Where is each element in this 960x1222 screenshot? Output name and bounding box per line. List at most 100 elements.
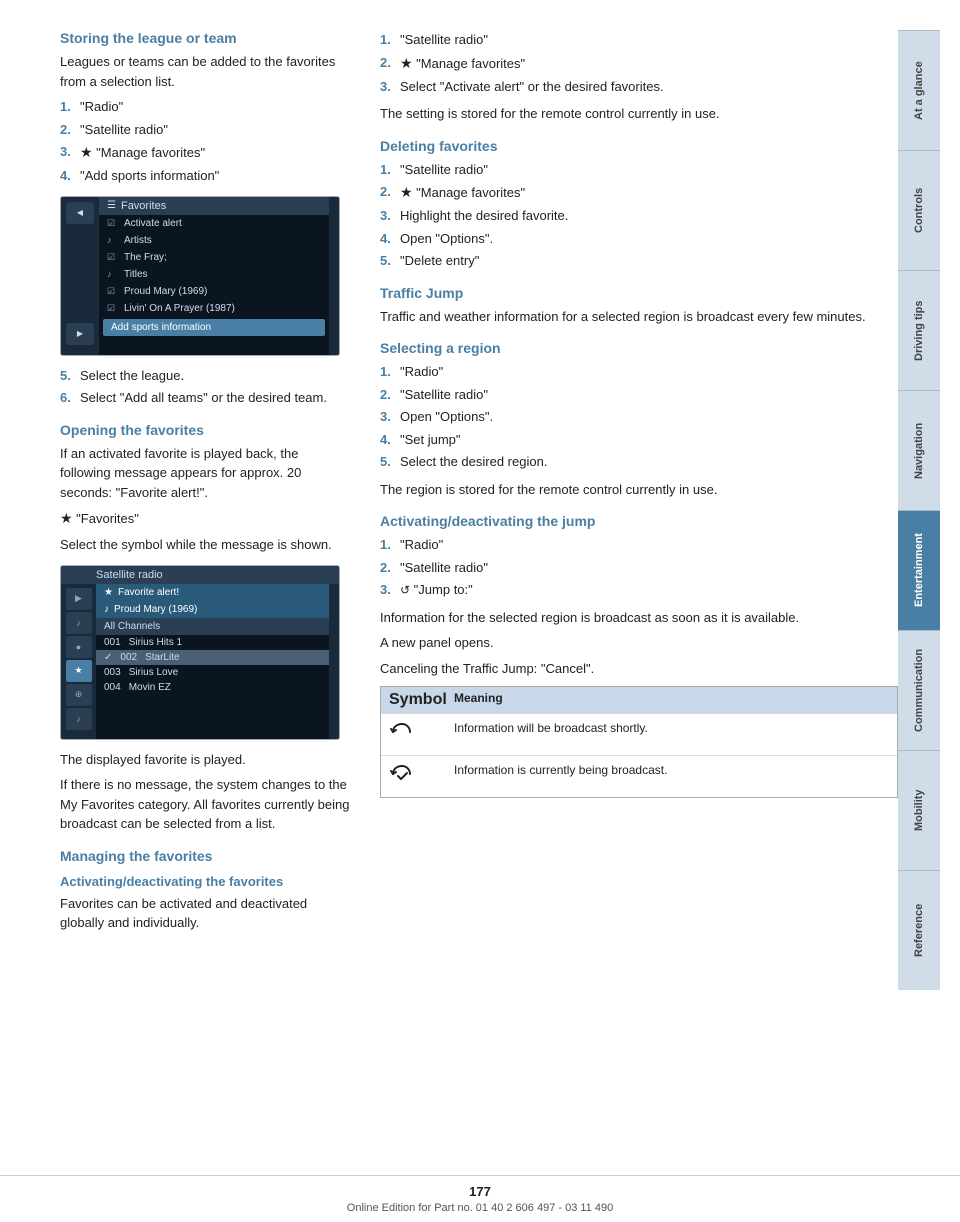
list-item: 4. Open "Options". — [380, 229, 898, 249]
jump-note3: Canceling the Traffic Jump: "Cancel". — [380, 659, 898, 679]
section-heading-traffic: Traffic Jump — [380, 285, 898, 301]
list-item: 5. "Delete entry" — [380, 251, 898, 271]
scr-left-icons: ▶ ♪ ● ★ ⊕ ♪ — [61, 584, 96, 739]
sidebar-tab-at-a-glance[interactable]: At a glance — [898, 30, 940, 150]
sidebar-tab-navigation[interactable]: Navigation — [898, 390, 940, 510]
selecting-steps: 1. "Radio" 2. "Satellite radio" 3. Open … — [380, 362, 898, 472]
section-heading-jump: Activating/deactivating the jump — [380, 513, 898, 529]
star-icon5: ★ — [400, 184, 413, 200]
star-icon4: ★ — [400, 55, 413, 71]
add-sports-button: Add sports information — [103, 319, 325, 336]
list-item: 3. Highlight the desired favorite. — [380, 206, 898, 226]
section-heading-deleting: Deleting favorites — [380, 138, 898, 154]
page-number: 177 — [60, 1184, 900, 1199]
satellite-screenshot: Satellite radio ▶ ♪ ● ★ ⊕ ♪ ★ Favorite a… — [60, 565, 340, 740]
list-item: 3. Open "Options". — [380, 407, 898, 427]
left-icon3: ● — [66, 636, 92, 658]
music-note-icon: ♪ — [104, 604, 109, 615]
favorites-screenshot: ◀ ▶ ☰ Favorites ☑ Activate alert ♪ Artis… — [60, 196, 340, 356]
sidebar-tab-mobility[interactable]: Mobility — [898, 750, 940, 870]
menu-icon: ☰ — [107, 200, 116, 211]
satellite-titlebar: Satellite radio — [61, 566, 339, 584]
list-item: 4. "Add sports information" — [60, 166, 350, 186]
proud-mary: ♪ Proud Mary (1969) — [96, 601, 329, 618]
scr-nav-btn: ◀ — [66, 202, 94, 224]
subsection-heading-activating: Activating/deactivating the favorites — [60, 874, 350, 889]
list-item: 3. ↺ "Jump to:" — [380, 580, 898, 600]
list-item: 6. Select "Add all teams" or the desired… — [60, 388, 350, 408]
scr-menu-item: ♪ Artists — [99, 232, 329, 249]
scr-menu-item: ☑ Livin' On A Prayer (1987) — [99, 300, 329, 317]
opening-body1: If an activated favorite is played back,… — [60, 444, 350, 503]
footer-text: Online Edition for Part no. 01 40 2 606 … — [60, 1202, 900, 1214]
opening-icon-line: ★ "Favorites" — [60, 508, 350, 529]
list-item: 1. "Radio" — [380, 535, 898, 555]
scr-menu-item: ☑ The Fray; — [99, 249, 329, 266]
channel-item-2: ✓002StarLite — [96, 650, 329, 665]
sat-scrollbar — [329, 584, 339, 739]
sidebar-tab-reference[interactable]: Reference — [898, 870, 940, 990]
col-symbol-header: Symbol — [389, 691, 454, 709]
scr-nav-btn-2: ▶ — [66, 323, 94, 345]
managing-body: Favorites can be activated and deactivat… — [60, 894, 350, 933]
sidebar-tab-entertainment[interactable]: Entertainment — [898, 510, 940, 630]
scr-left-nav: ◀ ▶ — [61, 197, 99, 355]
person-icon: ♪ — [107, 235, 119, 245]
scr-titlebar: ☰ Favorites — [99, 197, 329, 215]
table-row-2: Information is currently being broadcast… — [381, 755, 897, 797]
check-icon2: ☑ — [107, 252, 119, 263]
list-item: 1. "Radio" — [60, 97, 350, 117]
scr-menu-item: ♪ Titles — [99, 266, 329, 283]
opening-body4: If there is no message, the system chang… — [60, 775, 350, 834]
list-item: 3. Select "Activate alert" or the desire… — [380, 77, 898, 97]
symbol-2 — [389, 762, 454, 791]
list-item: 2. "Satellite radio" — [380, 558, 898, 578]
list-item: 5. Select the league. — [60, 366, 350, 386]
list-item: 1. "Radio" — [380, 362, 898, 382]
list-item: 2. ★ "Manage favorites" — [380, 182, 898, 203]
all-channels-header: All Channels — [96, 618, 329, 635]
list-item: 2. ★ "Manage favorites" — [380, 53, 898, 74]
sidebar-tabs: At a glance Controls Driving tips Naviga… — [898, 30, 940, 1192]
channel-item-3: 003Sirius Love — [96, 665, 329, 680]
list-item: 5. Select the desired region. — [380, 452, 898, 472]
jump-note2: A new panel opens. — [380, 633, 898, 653]
check-icon4: ☑ — [107, 303, 119, 314]
meaning-1: Information will be broadcast shortly. — [454, 720, 889, 737]
sidebar-tab-communication[interactable]: Communication — [898, 630, 940, 750]
section-heading-storing: Storing the league or team — [60, 30, 350, 46]
star-icon: ★ — [80, 144, 93, 160]
channel-item-4: 004Movin EZ — [96, 680, 329, 695]
jump-note1: Information for the selected region is b… — [380, 608, 898, 628]
sidebar-tab-driving-tips[interactable]: Driving tips — [898, 270, 940, 390]
check-icon: ☑ — [107, 218, 119, 229]
sidebar-tab-controls[interactable]: Controls — [898, 150, 940, 270]
scr-menu-item: ☑ Activate alert — [99, 215, 329, 232]
storing-steps-1: 1. "Radio" 2. "Satellite radio" 3. ★ "Ma… — [60, 97, 350, 186]
section-heading-managing: Managing the favorites — [60, 848, 350, 864]
check-icon3: ☑ — [107, 286, 119, 297]
list-item: 1. "Satellite radio" — [380, 30, 898, 50]
meaning-2: Information is currently being broadcast… — [454, 762, 889, 779]
list-item: 3. ★ "Manage favorites" — [60, 142, 350, 163]
activating-steps: 1. "Satellite radio" 2. ★ "Manage favori… — [380, 30, 898, 96]
symbol-table: Symbol Meaning Information will be broad… — [380, 686, 898, 798]
star-icon2: ★ — [60, 510, 73, 526]
col-meaning-header: Meaning — [454, 691, 503, 709]
favorite-alert: ★ Favorite alert! — [96, 584, 329, 601]
table-header: Symbol Meaning — [381, 687, 897, 713]
deleting-steps: 1. "Satellite radio" 2. ★ "Manage favori… — [380, 160, 898, 271]
traffic-body: Traffic and weather information for a se… — [380, 307, 898, 327]
left-icon2: ♪ — [66, 612, 92, 634]
opening-body2: Select the symbol while the message is s… — [60, 535, 350, 555]
scr-menu-item: ☑ Proud Mary (1969) — [99, 283, 329, 300]
section-heading-selecting: Selecting a region — [380, 340, 898, 356]
scr-scrollbar — [329, 197, 339, 355]
selecting-note: The region is stored for the remote cont… — [380, 480, 898, 500]
section-heading-opening: Opening the favorites — [60, 422, 350, 438]
left-icon-fav: ★ — [66, 660, 92, 682]
channel-item-1: 001Sirius Hits 1 — [96, 635, 329, 650]
left-icon1: ▶ — [66, 588, 92, 610]
left-icon5: ⊕ — [66, 684, 92, 706]
opening-body3: The displayed favorite is played. — [60, 750, 350, 770]
